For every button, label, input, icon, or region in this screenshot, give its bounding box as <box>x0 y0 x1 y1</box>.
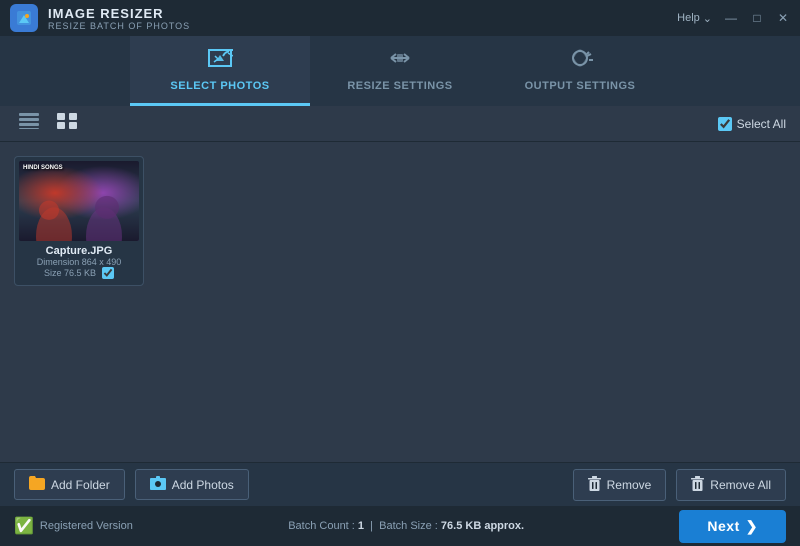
tab-select-photos[interactable]: SELECT PHOTOS <box>130 36 310 106</box>
remove-icon <box>588 476 601 494</box>
remove-button[interactable]: Remove <box>573 469 667 501</box>
title-text: IMAGE RESIZER RESIZE BATCH OF PHOTOS <box>48 6 190 31</box>
remove-all-button[interactable]: Remove All <box>676 469 786 501</box>
remove-label: Remove <box>607 478 652 492</box>
next-button[interactable]: Next ❯ <box>679 510 786 543</box>
tab-resize-label: RESIZE SETTINGS <box>347 80 452 92</box>
tab-output-label: OUTPUT SETTINGS <box>525 80 636 92</box>
thumb-overlay-text: HINDI SONGS <box>23 165 63 171</box>
view-toggles <box>14 110 82 137</box>
batch-info: Batch Count : 1 | Batch Size : 76.5 KB a… <box>288 520 524 532</box>
registered-icon: ✅ <box>14 516 34 536</box>
tab-select-label: SELECT PHOTOS <box>170 80 269 92</box>
app-icon <box>10 4 38 32</box>
add-photos-button[interactable]: Add Photos <box>135 469 249 500</box>
registered-info: ✅ Registered Version <box>14 516 133 536</box>
next-label: Next <box>707 518 739 534</box>
app-subtitle: RESIZE BATCH OF PHOTOS <box>48 21 190 31</box>
photo-size: Size 76.5 KB <box>44 268 96 278</box>
bottom-right-actions: Remove Remove All <box>573 469 786 501</box>
select-photos-icon <box>207 47 233 75</box>
batch-size-label: Batch Size : <box>379 520 438 532</box>
title-bar-right: Help ⌄ — □ ✕ <box>677 11 790 25</box>
help-button[interactable]: Help ⌄ <box>677 12 712 25</box>
select-all-area[interactable]: Select All <box>718 117 786 131</box>
bottom-left-actions: Add Folder Add Photos <box>14 469 249 500</box>
photo-dimension: Dimension 864 x 490 <box>37 257 122 267</box>
status-bar: ✅ Registered Version Batch Count : 1 | B… <box>0 506 800 546</box>
tab-resize-settings[interactable]: RESIZE SETTINGS <box>310 36 490 106</box>
photo-thumbnail: HINDI SONGS <box>19 161 139 241</box>
list-view-button[interactable] <box>14 110 44 137</box>
title-bar: IMAGE RESIZER RESIZE BATCH OF PHOTOS Hel… <box>0 0 800 36</box>
folder-icon <box>29 476 45 493</box>
grid-view-button[interactable] <box>52 110 82 137</box>
remove-all-icon <box>691 476 704 494</box>
photo-grid: HINDI SONGS Capture.JPG Dimension 864 x … <box>0 142 800 444</box>
batch-count-value: 1 <box>358 520 364 532</box>
batch-size-value: 76.5 KB approx. <box>441 520 524 532</box>
view-toolbar: Select All <box>0 106 800 142</box>
remove-all-label: Remove All <box>710 478 771 492</box>
minimize-button[interactable]: — <box>724 11 738 25</box>
list-item[interactable]: HINDI SONGS Capture.JPG Dimension 864 x … <box>14 156 144 286</box>
photo-info: Capture.JPG Dimension 864 x 490 Size 76.… <box>19 241 139 281</box>
add-photos-label: Add Photos <box>172 478 234 492</box>
select-all-label: Select All <box>737 117 786 131</box>
maximize-button[interactable]: □ <box>750 11 764 25</box>
registered-label: Registered Version <box>40 520 133 532</box>
resize-settings-icon <box>387 47 413 75</box>
bottom-toolbar: Add Folder Add Photos <box>0 462 800 506</box>
tabs: SELECT PHOTOS RESIZE SETTINGS OUTPUT SET… <box>0 36 800 106</box>
add-folder-button[interactable]: Add Folder <box>14 469 125 500</box>
close-button[interactable]: ✕ <box>776 11 790 25</box>
batch-count-label: Batch Count : <box>288 520 355 532</box>
title-bar-left: IMAGE RESIZER RESIZE BATCH OF PHOTOS <box>10 4 190 32</box>
tab-output-settings[interactable]: OUTPUT SETTINGS <box>490 36 670 106</box>
select-all-checkbox[interactable] <box>718 117 732 131</box>
photo-name: Capture.JPG <box>46 245 113 257</box>
add-photos-icon <box>150 476 166 493</box>
add-folder-label: Add Folder <box>51 478 110 492</box>
output-settings-icon <box>567 47 593 75</box>
next-arrow-icon: ❯ <box>746 518 758 535</box>
help-chevron-icon: ⌄ <box>703 12 712 25</box>
photo-checkbox[interactable] <box>102 267 114 279</box>
batch-separator: | <box>370 520 373 532</box>
help-label: Help <box>677 12 700 24</box>
photo-size-row: Size 76.5 KB <box>21 267 137 279</box>
app-title: IMAGE RESIZER <box>48 6 190 21</box>
